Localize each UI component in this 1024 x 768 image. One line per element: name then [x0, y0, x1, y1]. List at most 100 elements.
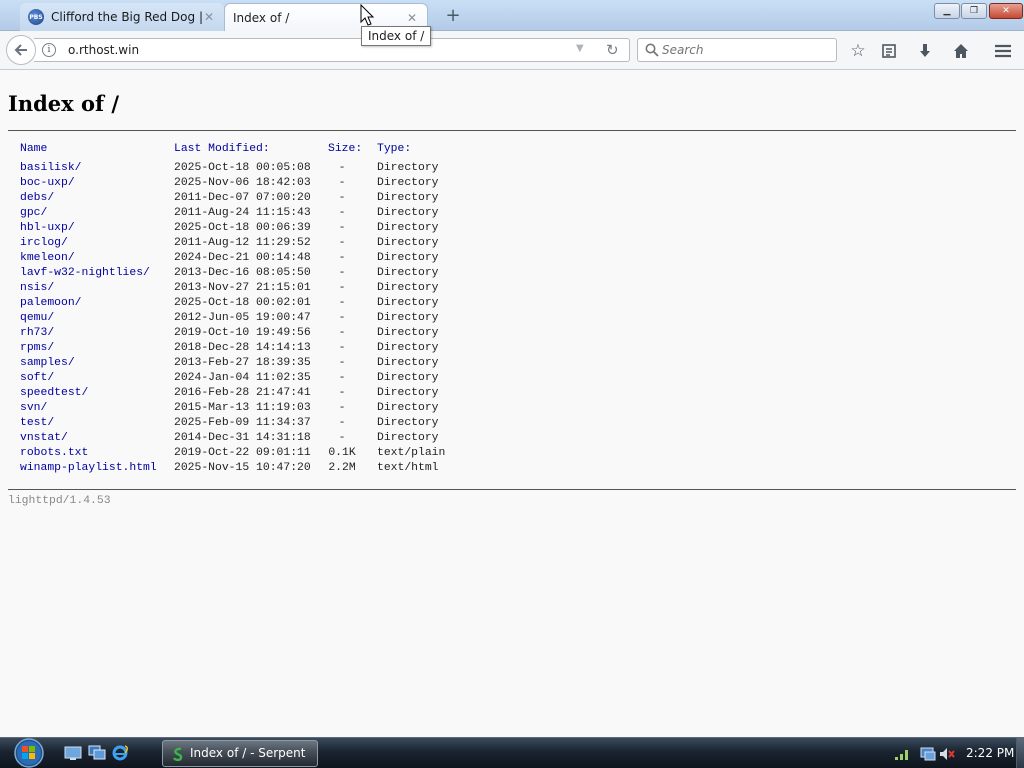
entry-name-link[interactable]: soft/ — [20, 371, 54, 386]
pbs-favicon-icon: PBS — [28, 9, 44, 25]
entry-type: Directory — [377, 357, 439, 369]
back-button[interactable] — [6, 35, 36, 65]
entry-modified: 2025-Feb-09 11:34:37 — [174, 417, 311, 429]
mouse-cursor-icon — [360, 4, 374, 26]
entry-name-link[interactable]: samples/ — [20, 356, 75, 371]
entry-name-link[interactable]: rpms/ — [20, 341, 54, 356]
reload-icon[interactable]: ↻ — [606, 41, 619, 59]
entry-type: Directory — [377, 222, 439, 234]
divider — [8, 489, 1016, 490]
entry-size: - — [338, 357, 346, 369]
entry-size: - — [338, 372, 346, 384]
entry-name-link[interactable]: robots.txt — [20, 446, 88, 461]
entry-modified: 2013-Nov-27 21:15:01 — [174, 282, 311, 294]
entry-name-link[interactable]: gpc/ — [20, 206, 47, 221]
close-tab-icon[interactable]: ✕ — [202, 10, 216, 24]
entry-type: Directory — [377, 267, 439, 279]
entry-size: - — [338, 327, 346, 339]
bookmark-star-icon[interactable]: ☆ — [847, 40, 869, 62]
entry-modified: 2019-Oct-22 09:01:11 — [174, 447, 311, 459]
entry-type: Directory — [377, 207, 439, 219]
entry-size: - — [338, 267, 346, 279]
entry-modified: 2013-Dec-16 08:05:50 — [174, 267, 311, 279]
sort-by-modified-link[interactable]: Last Modified: — [174, 142, 270, 157]
tab-tooltip: Index of / — [361, 26, 432, 46]
entry-modified: 2011-Dec-07 07:00:20 — [174, 192, 311, 204]
show-desktop-icon[interactable] — [64, 745, 82, 761]
page-title: Index of / — [8, 91, 119, 116]
tab-clifford[interactable]: PBS Clifford the Big Red Dog | PB ✕ — [20, 3, 224, 31]
entry-size: - — [338, 192, 346, 204]
entry-size: - — [338, 297, 346, 309]
divider — [8, 130, 1016, 131]
entry-name-link[interactable]: svn/ — [20, 401, 47, 416]
search-input[interactable] — [662, 41, 832, 59]
entry-name-link[interactable]: test/ — [20, 416, 54, 431]
entry-type: Directory — [377, 342, 439, 354]
sort-by-name-link[interactable]: Name — [20, 142, 47, 157]
entry-type: Directory — [377, 192, 439, 204]
url-text[interactable]: o.rthost.win — [68, 43, 139, 57]
close-window-button[interactable]: ✕ — [989, 3, 1023, 19]
entry-name-link[interactable]: rh73/ — [20, 326, 54, 341]
entry-modified: 2016-Feb-28 21:47:41 — [174, 387, 311, 399]
close-tab-icon[interactable]: ✕ — [405, 11, 419, 25]
internet-explorer-icon[interactable] — [111, 745, 129, 761]
entry-name-link[interactable]: palemoon/ — [20, 296, 82, 311]
info-icon[interactable]: i — [42, 43, 56, 57]
entry-name-link[interactable]: winamp-playlist.html — [20, 461, 157, 476]
search-icon — [645, 43, 659, 57]
start-orb-icon[interactable] — [8, 738, 50, 768]
volume-muted-icon[interactable] — [939, 746, 955, 762]
entry-size: - — [338, 312, 346, 324]
home-icon[interactable] — [950, 40, 972, 62]
entry-name-link[interactable]: qemu/ — [20, 311, 54, 326]
minimize-button[interactable]: ▁ — [934, 3, 960, 19]
chevron-down-icon[interactable]: ▼ — [576, 43, 584, 54]
entry-modified: 2025-Oct-18 00:06:39 — [174, 222, 311, 234]
back-icon — [14, 44, 27, 56]
entry-modified: 2019-Oct-10 19:49:56 — [174, 327, 311, 339]
download-icon[interactable] — [914, 40, 936, 62]
new-tab-button[interactable]: + — [443, 6, 463, 26]
entry-size: - — [338, 387, 346, 399]
tab-strip: PBS Clifford the Big Red Dog | PB ✕ Inde… — [0, 0, 1024, 31]
network-icon[interactable] — [893, 746, 909, 762]
entry-size: - — [338, 162, 346, 174]
show-desktop-button[interactable] — [1016, 738, 1024, 768]
entry-modified: 2013-Feb-27 18:39:35 — [174, 357, 311, 369]
entry-name-link[interactable]: vnstat/ — [20, 431, 68, 446]
search-bar[interactable] — [637, 38, 837, 62]
menu-icon[interactable] — [992, 40, 1014, 62]
url-bar[interactable]: i o.rthost.win ▼ ↻ — [34, 38, 630, 62]
entry-modified: 2015-Mar-13 11:19:03 — [174, 402, 311, 414]
window-switcher-icon[interactable] — [88, 745, 106, 761]
entry-modified: 2018-Dec-28 14:14:13 — [174, 342, 311, 354]
entry-name-link[interactable]: basilisk/ — [20, 161, 82, 176]
entry-name-link[interactable]: speedtest/ — [20, 386, 88, 401]
entry-type: Directory — [377, 252, 439, 264]
reading-list-icon[interactable] — [878, 40, 900, 62]
taskbar: Index of / - Serpent 2:22 PM — [0, 737, 1024, 768]
navigation-toolbar: i o.rthost.win ▼ ↻ ☆ — [0, 31, 1024, 70]
entry-modified: 2024-Jan-04 11:02:35 — [174, 372, 311, 384]
sort-by-size-link[interactable]: Size: — [328, 142, 374, 157]
entry-name-link[interactable]: boc-uxp/ — [20, 176, 75, 191]
entry-size: 0.1K — [328, 447, 356, 459]
system-clock[interactable]: 2:22 PM — [966, 746, 1014, 760]
entry-type: text/plain — [377, 447, 446, 459]
taskbar-button-serpent[interactable]: Index of / - Serpent — [162, 740, 318, 767]
entry-name-link[interactable]: hbl-uxp/ — [20, 221, 75, 236]
entry-name-link[interactable]: irclog/ — [20, 236, 68, 251]
server-signature: lighttpd/1.4.53 — [8, 495, 111, 507]
sort-by-type-link[interactable]: Type: — [377, 142, 411, 157]
entry-size: - — [338, 342, 346, 354]
entry-name-link[interactable]: debs/ — [20, 191, 54, 206]
maximize-button[interactable]: ❐ — [961, 3, 987, 19]
entry-size: - — [338, 417, 346, 429]
entry-type: Directory — [377, 417, 439, 429]
display-icon[interactable] — [920, 746, 936, 762]
entry-name-link[interactable]: lavf-w32-nightlies/ — [20, 266, 150, 281]
entry-name-link[interactable]: kmeleon/ — [20, 251, 75, 266]
entry-name-link[interactable]: nsis/ — [20, 281, 54, 296]
